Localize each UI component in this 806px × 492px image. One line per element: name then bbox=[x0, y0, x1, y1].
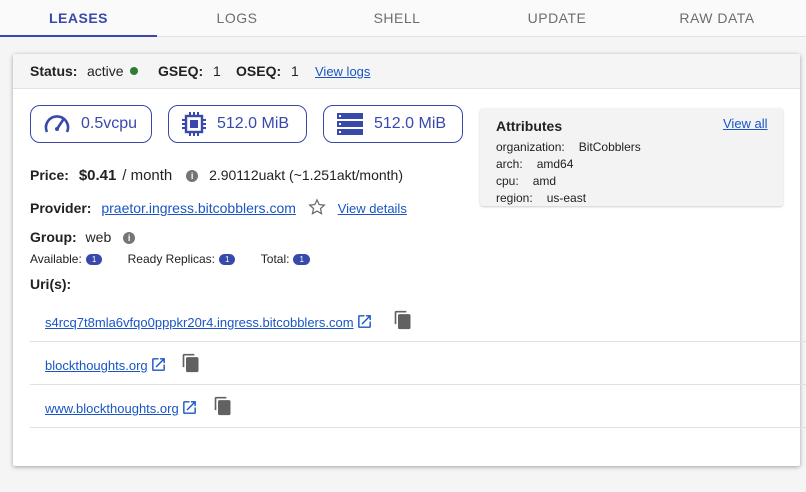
attribute-row: cpu: amd bbox=[496, 174, 557, 188]
view-details-link[interactable]: View details bbox=[338, 201, 407, 216]
total-label: Total: bbox=[260, 252, 290, 266]
view-all-attributes-link[interactable]: View all bbox=[723, 116, 768, 131]
status-value: active bbox=[87, 63, 138, 79]
ready-replicas-badge: 1 bbox=[219, 254, 236, 265]
lease-status-header: Status: active GSEQ: 1 OSEQ: 1 View logs bbox=[13, 54, 800, 89]
provider-label: Provider: bbox=[30, 200, 92, 216]
view-logs-link[interactable]: View logs bbox=[315, 64, 370, 79]
status-active-dot bbox=[129, 67, 138, 75]
attributes-title: Attributes bbox=[496, 118, 563, 134]
tab-update[interactable]: UPDATE bbox=[477, 0, 637, 36]
uris-label: Uri(s): bbox=[30, 276, 72, 292]
lease-card: Status: active GSEQ: 1 OSEQ: 1 View logs… bbox=[13, 54, 806, 466]
gseq-value: 1 bbox=[213, 63, 221, 79]
attribute-row: region: us-east bbox=[496, 191, 587, 205]
price-amount: $0.41 bbox=[78, 167, 117, 184]
open-external-icon[interactable] bbox=[181, 399, 198, 416]
provider-row: Provider: praetor.ingress.bitcobblers.co… bbox=[30, 198, 407, 216]
uri-link[interactable]: blockthoughts.org bbox=[45, 358, 148, 373]
copy-icon[interactable] bbox=[393, 309, 413, 331]
cpu-chip: 0.5vcpu bbox=[30, 105, 152, 143]
uri-link[interactable]: s4rcq7t8mla6vfqo0pppkr20r4.ingress.bitco… bbox=[45, 315, 354, 330]
provider-host-link[interactable]: praetor.ingress.bitcobblers.com bbox=[101, 200, 296, 216]
copy-icon[interactable] bbox=[181, 352, 201, 374]
oseq-value: 1 bbox=[291, 63, 299, 79]
oseq-label: OSEQ: bbox=[236, 63, 282, 79]
replicas-row: Available: 1 Ready Replicas: 1 Total: 1 bbox=[30, 252, 310, 266]
group-label: Group: bbox=[30, 229, 77, 245]
group-value: web bbox=[85, 229, 112, 245]
price-detail: 2.90112uakt (~1.251akt/month) bbox=[209, 167, 403, 183]
tab-bar: LEASES LOGS SHELL UPDATE RAW DATA bbox=[0, 0, 806, 37]
storage-value: 512.0 MiB bbox=[374, 115, 447, 132]
copy-icon[interactable] bbox=[213, 395, 233, 417]
uri-item: blockthoughts.org bbox=[45, 356, 167, 373]
info-icon[interactable]: i bbox=[123, 232, 136, 244]
group-row: Group: web i bbox=[30, 229, 136, 245]
info-icon[interactable]: i bbox=[186, 170, 199, 182]
attributes-panel: Attributes View all organization: BitCobb… bbox=[480, 108, 783, 206]
attribute-row: arch: amd64 bbox=[496, 157, 574, 171]
price-row: Price: $0.41 / month i 2.90112uakt (~1.2… bbox=[30, 167, 403, 184]
open-external-icon[interactable] bbox=[356, 313, 373, 330]
memory-chip-icon bbox=[182, 112, 206, 136]
gseq-label: GSEQ: bbox=[158, 63, 204, 79]
uri-item: www.blockthoughts.org bbox=[45, 399, 198, 416]
uri-row: blockthoughts.org bbox=[30, 342, 806, 385]
price-period: / month bbox=[122, 167, 173, 184]
attribute-row: organization: BitCobblers bbox=[496, 140, 641, 154]
available-badge: 1 bbox=[85, 254, 103, 265]
uri-item: s4rcq7t8mla6vfqo0pppkr20r4.ingress.bitco… bbox=[45, 313, 373, 330]
total-badge: 1 bbox=[293, 254, 310, 265]
status-label: Status: bbox=[30, 63, 78, 79]
uri-row: s4rcq7t8mla6vfqo0pppkr20r4.ingress.bitco… bbox=[30, 299, 806, 342]
storage-chip: 512.0 MiB bbox=[323, 105, 463, 143]
ready-replicas-label: Ready Replicas: bbox=[127, 252, 215, 266]
price-label: Price: bbox=[30, 167, 69, 183]
available-label: Available: bbox=[30, 252, 82, 266]
cpu-value: 0.5vcpu bbox=[81, 115, 138, 132]
open-external-icon[interactable] bbox=[150, 356, 167, 373]
uri-link[interactable]: www.blockthoughts.org bbox=[45, 401, 179, 416]
speedometer-icon bbox=[44, 115, 70, 133]
storage-icon bbox=[337, 113, 363, 135]
star-icon[interactable] bbox=[308, 198, 326, 216]
tab-leases[interactable]: LEASES bbox=[0, 0, 157, 37]
memory-chip: 512.0 MiB bbox=[168, 105, 307, 143]
uri-row: www.blockthoughts.org bbox=[30, 385, 806, 428]
tab-raw-data[interactable]: RAW DATA bbox=[637, 0, 797, 36]
tab-logs[interactable]: LOGS bbox=[157, 0, 317, 36]
memory-value: 512.0 MiB bbox=[217, 115, 290, 132]
tab-shell[interactable]: SHELL bbox=[317, 0, 477, 36]
